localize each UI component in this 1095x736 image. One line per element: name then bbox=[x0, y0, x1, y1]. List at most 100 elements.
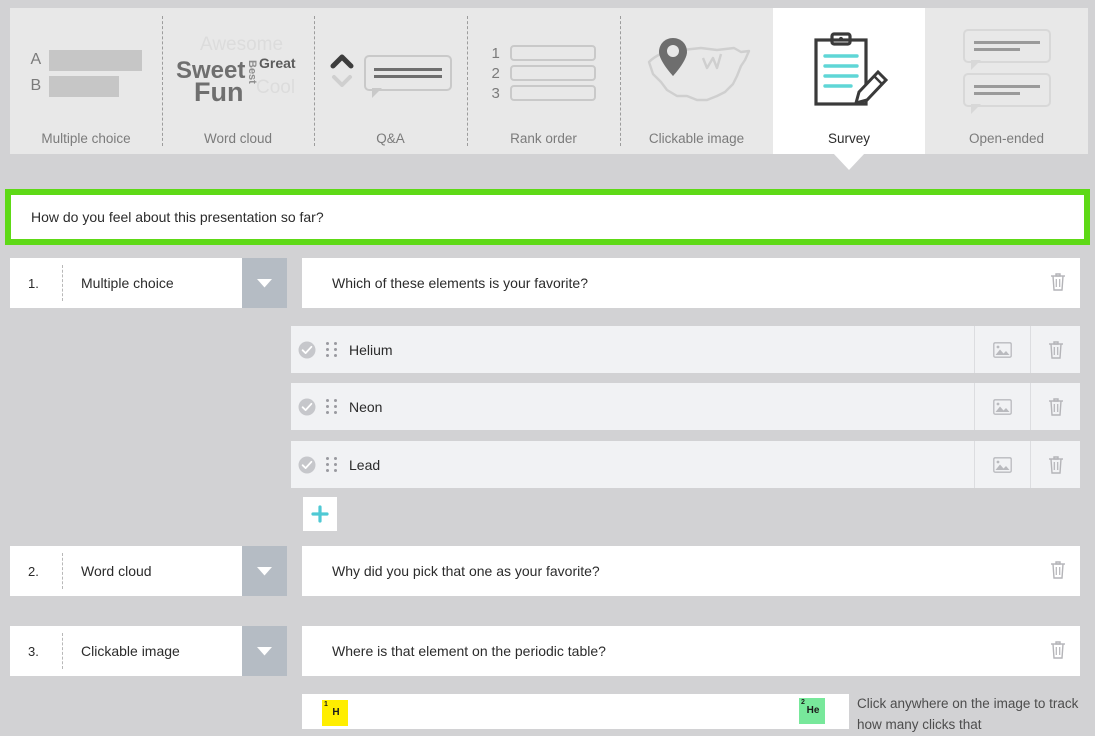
open-ended-bubble-1-icon bbox=[962, 29, 1051, 70]
delete-question-3-button[interactable] bbox=[1050, 640, 1066, 662]
tab-label-clickable-image: Clickable image bbox=[648, 131, 745, 146]
question-text-2: Why did you pick that one as your favori… bbox=[332, 563, 600, 579]
periodic-table-image: 1 H 2 He bbox=[302, 694, 849, 729]
element-cell-h: 1 H bbox=[322, 700, 348, 726]
trash-icon bbox=[1051, 561, 1065, 579]
option-row-1-2[interactable]: Neon bbox=[291, 383, 1080, 430]
wc-word-fun: Fun bbox=[194, 77, 244, 107]
element-cell-he: 2 He bbox=[799, 698, 825, 724]
tab-label-survey: Survey bbox=[827, 131, 871, 146]
question-type-label-3: Clickable image bbox=[81, 643, 180, 659]
multiple-choice-icon: A B bbox=[10, 30, 162, 116]
us-map-pin-icon bbox=[647, 38, 750, 102]
clipboard-pencil-icon bbox=[814, 32, 889, 106]
element-symbol-he: He bbox=[806, 705, 820, 717]
element-number-he: 2 bbox=[801, 699, 805, 706]
tab-multiple-choice[interactable]: A B Multiple choice bbox=[10, 8, 162, 154]
option-drag-handle[interactable] bbox=[320, 457, 342, 472]
chevron-down-icon bbox=[257, 278, 272, 287]
survey-clipboard-icon bbox=[773, 30, 925, 116]
check-circle-icon bbox=[298, 456, 316, 473]
element-number-h: 1 bbox=[324, 701, 328, 708]
trash-icon bbox=[1051, 273, 1065, 291]
tab-clickable-image[interactable]: Clickable image bbox=[620, 8, 773, 154]
qa-icon bbox=[314, 30, 467, 116]
option-image-button-1-1[interactable] bbox=[974, 326, 1030, 373]
tab-open-ended[interactable]: Open-ended bbox=[925, 8, 1088, 154]
question-text-field-2[interactable]: Why did you pick that one as your favori… bbox=[302, 546, 1080, 596]
option-row-1-3[interactable]: Lead bbox=[291, 441, 1080, 488]
rank-number-3: 3 bbox=[491, 84, 500, 102]
updown-chevrons-icon bbox=[330, 54, 353, 87]
question-number-3: 3. bbox=[28, 643, 39, 659]
clickable-image-instructions: Click anywhere on the image to track how… bbox=[857, 696, 1079, 732]
add-option-button-1[interactable] bbox=[303, 497, 337, 531]
trash-icon bbox=[1048, 456, 1063, 474]
option-drag-handle[interactable] bbox=[320, 342, 342, 357]
check-circle-icon bbox=[298, 341, 316, 358]
drag-handle-icon bbox=[325, 399, 337, 414]
qa-speech-bubble-icon bbox=[363, 55, 452, 98]
delete-option-1-2-button[interactable] bbox=[1030, 383, 1080, 430]
drag-handle-icon bbox=[325, 457, 337, 472]
rank-number-1: 1 bbox=[491, 44, 500, 62]
wc-word-cool: Cool bbox=[256, 77, 296, 98]
question-type-dropdown-2[interactable] bbox=[242, 546, 287, 596]
tab-rank-order[interactable]: 1 2 3 Rank order bbox=[467, 8, 620, 154]
question-type-dropdown-1[interactable] bbox=[242, 258, 287, 308]
mc-letter-b: B bbox=[30, 77, 42, 94]
tab-survey[interactable]: Survey bbox=[773, 8, 925, 170]
trash-icon bbox=[1051, 641, 1065, 659]
delete-option-1-3-button[interactable] bbox=[1030, 441, 1080, 488]
option-row-1-1[interactable]: Helium bbox=[291, 326, 1080, 373]
question-type-tabbar: A B Multiple choice Awesome Sweet Best G… bbox=[10, 8, 1088, 170]
option-label-1-3: Lead bbox=[349, 456, 381, 473]
delete-question-2-button[interactable] bbox=[1050, 560, 1066, 582]
option-drag-handle[interactable] bbox=[320, 399, 342, 414]
trash-icon bbox=[1048, 398, 1063, 416]
chevron-down-icon bbox=[257, 566, 272, 575]
option-check-icon-wrapper[interactable] bbox=[294, 456, 320, 474]
survey-title-input[interactable]: How do you feel about this presentation … bbox=[11, 195, 1084, 239]
active-tab-pointer bbox=[833, 153, 865, 170]
question-text-field-3[interactable]: Where is that element on the periodic ta… bbox=[302, 626, 1080, 676]
chevron-down-icon bbox=[257, 646, 272, 655]
question-number-1: 1. bbox=[28, 275, 39, 291]
clickable-image-preview[interactable]: 1 H 2 He bbox=[302, 694, 849, 729]
option-check-icon-wrapper[interactable] bbox=[294, 341, 320, 359]
tab-label-multiple-choice: Multiple choice bbox=[41, 131, 131, 146]
element-symbol-h: H bbox=[332, 707, 340, 719]
option-check-icon-wrapper[interactable] bbox=[294, 398, 320, 416]
tab-label-word-cloud: Word cloud bbox=[203, 131, 273, 146]
question-number-2: 2. bbox=[28, 563, 39, 579]
question-row-1: 1. Multiple choice bbox=[10, 258, 287, 308]
image-icon bbox=[993, 398, 1012, 415]
option-image-button-1-3[interactable] bbox=[974, 441, 1030, 488]
delete-question-1-button[interactable] bbox=[1050, 272, 1066, 294]
check-circle-icon bbox=[298, 398, 316, 415]
question-type-selector-1[interactable]: 1. Multiple choice bbox=[10, 258, 242, 308]
open-ended-bubble-2-icon bbox=[962, 73, 1051, 114]
tab-label-rank-order: Rank order bbox=[510, 131, 577, 146]
wc-word-awesome: Awesome bbox=[200, 34, 284, 55]
survey-title-highlight: How do you feel about this presentation … bbox=[5, 189, 1090, 245]
tab-word-cloud[interactable]: Awesome Sweet Best Great Fun Cool Word c… bbox=[162, 8, 314, 154]
question-text-3: Where is that element on the periodic ta… bbox=[332, 643, 606, 659]
tab-qa[interactable]: Q&A bbox=[314, 8, 467, 154]
word-cloud-icon: Awesome Sweet Best Great Fun Cool bbox=[162, 30, 314, 116]
question-type-selector-3[interactable]: 3. Clickable image bbox=[10, 626, 242, 676]
question-type-label-1: Multiple choice bbox=[81, 275, 174, 291]
question-row-3: 3. Clickable image bbox=[10, 626, 287, 676]
wc-word-great: Great bbox=[259, 55, 296, 71]
drag-handle-icon bbox=[325, 342, 337, 357]
question-type-label-2: Word cloud bbox=[81, 563, 152, 579]
question-type-selector-2[interactable]: 2. Word cloud bbox=[10, 546, 242, 596]
rank-order-icon: 1 2 3 bbox=[467, 30, 620, 116]
image-icon bbox=[993, 341, 1012, 358]
delete-option-1-1-button[interactable] bbox=[1030, 326, 1080, 373]
question-text-field-1[interactable]: Which of these elements is your favorite… bbox=[302, 258, 1080, 308]
mc-letter-a: A bbox=[30, 51, 42, 68]
question-row-2: 2. Word cloud bbox=[10, 546, 287, 596]
question-type-dropdown-3[interactable] bbox=[242, 626, 287, 676]
option-image-button-1-2[interactable] bbox=[974, 383, 1030, 430]
